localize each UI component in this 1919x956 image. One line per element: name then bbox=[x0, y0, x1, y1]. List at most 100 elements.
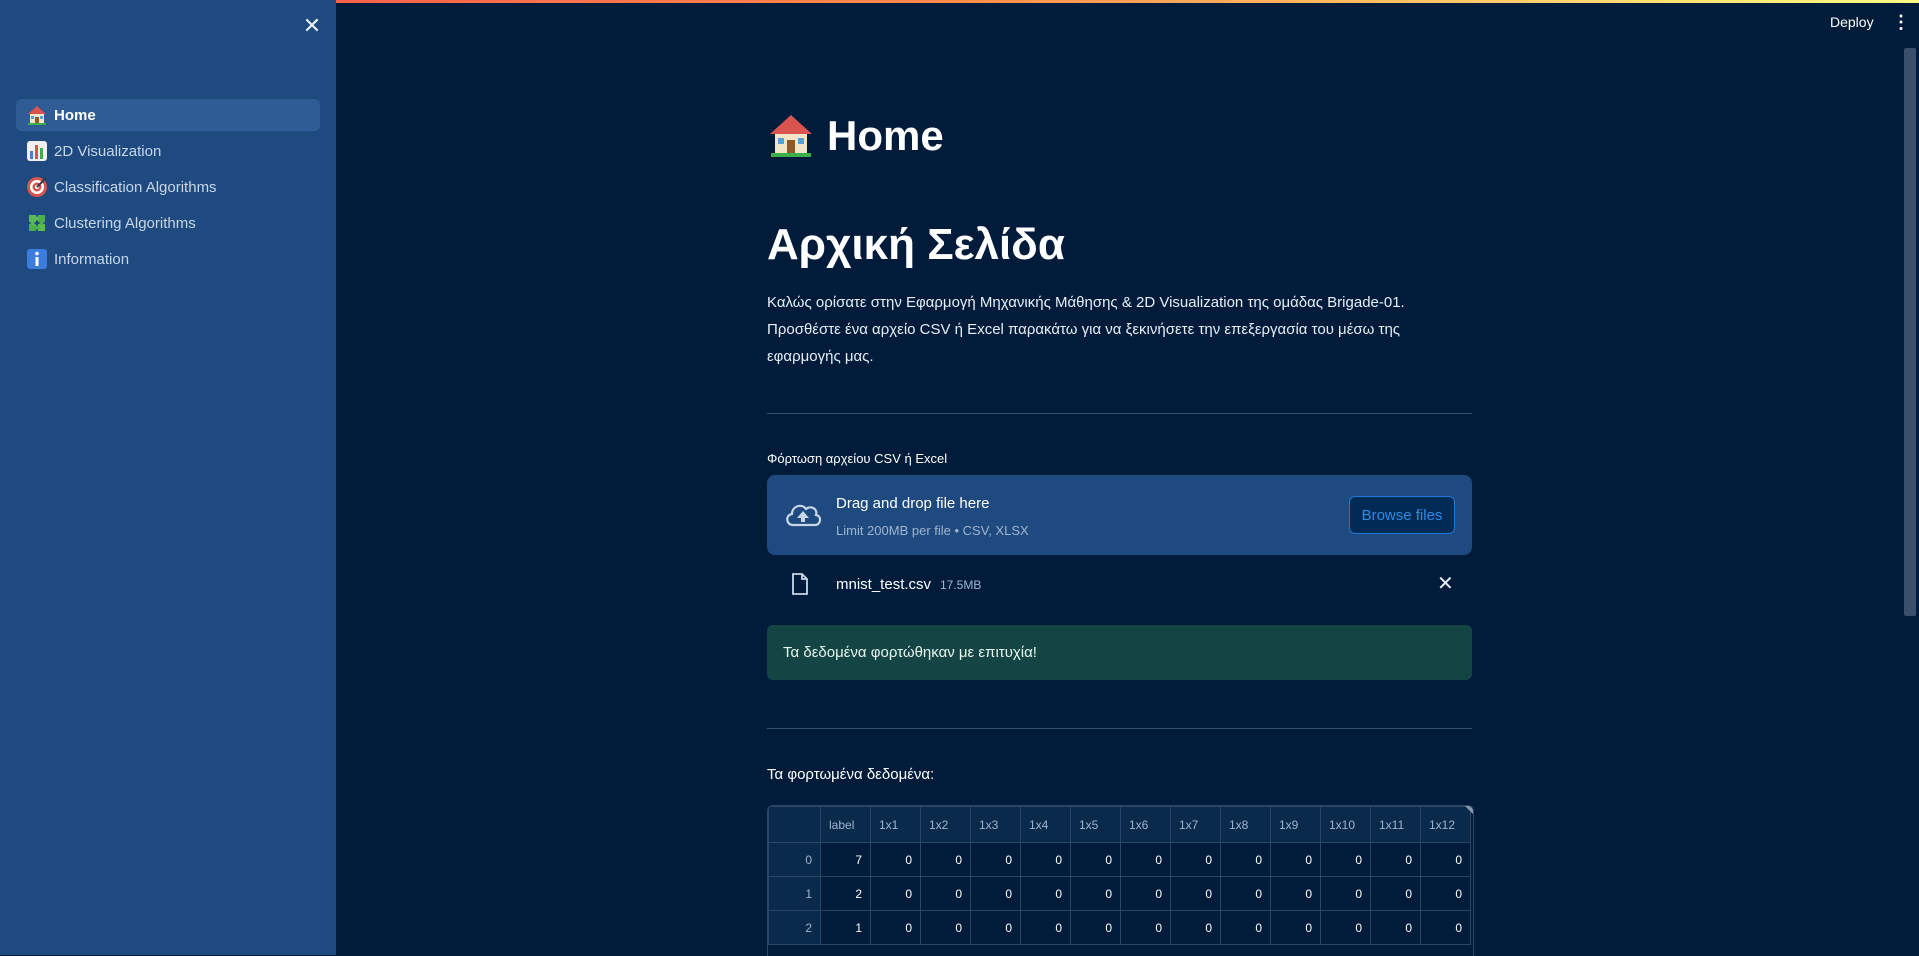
table-cell[interactable]: 0 bbox=[1170, 842, 1221, 877]
bar-chart-icon bbox=[26, 140, 48, 162]
table-header-cell[interactable] bbox=[768, 806, 821, 843]
table-index-cell: 0 bbox=[768, 842, 821, 877]
table-cell[interactable]: 0 bbox=[870, 876, 921, 911]
sidebar-item-home[interactable]: Home bbox=[16, 99, 320, 131]
table-cell[interactable]: 2 bbox=[820, 876, 871, 911]
table-cell[interactable]: 0 bbox=[1320, 842, 1371, 877]
table-header-cell[interactable]: 1x11 bbox=[1370, 806, 1421, 843]
divider bbox=[767, 728, 1472, 729]
table-cell[interactable]: 0 bbox=[1370, 876, 1421, 911]
table-cell[interactable]: 0 bbox=[1270, 910, 1321, 945]
table-cell[interactable]: 0 bbox=[920, 876, 971, 911]
table-cell[interactable]: 0 bbox=[870, 910, 921, 945]
sidebar-item-label: Classification Algorithms bbox=[54, 178, 217, 196]
table-header-cell[interactable]: 1x1 bbox=[870, 806, 921, 843]
table-header-cell[interactable]: 1x10 bbox=[1320, 806, 1371, 843]
table-row: 0 7 0 0 0 0 0 0 0 0 0 0 0 0 bbox=[768, 842, 1471, 877]
table-cell[interactable]: 0 bbox=[970, 876, 1021, 911]
divider bbox=[767, 413, 1472, 414]
table-cell[interactable]: 0 bbox=[1220, 842, 1271, 877]
cloud-upload-icon bbox=[783, 499, 823, 531]
scrollbar[interactable] bbox=[1904, 48, 1916, 616]
table-cell[interactable]: 0 bbox=[1070, 910, 1121, 945]
table-cell[interactable]: 7 bbox=[820, 842, 871, 877]
table-cell[interactable]: 0 bbox=[1320, 876, 1371, 911]
main-heading: Αρχική Σελίδα bbox=[767, 220, 1065, 269]
deploy-button[interactable]: Deploy bbox=[1830, 14, 1874, 30]
file-name: mnist_test.csv bbox=[836, 576, 932, 593]
table-cell[interactable]: 0 bbox=[1170, 876, 1221, 911]
house-icon bbox=[767, 112, 815, 160]
page-title-text: Home bbox=[827, 112, 944, 159]
info-icon bbox=[26, 248, 48, 270]
table-header-cell[interactable]: 1x7 bbox=[1170, 806, 1221, 843]
table-cell[interactable]: 0 bbox=[1120, 876, 1171, 911]
sidebar-item-clustering-algorithms[interactable]: Clustering Algorithms bbox=[16, 207, 320, 239]
sidebar-item-2d-visualization[interactable]: 2D Visualization bbox=[16, 135, 320, 167]
table-cell[interactable]: 0 bbox=[1070, 876, 1121, 911]
table-cell[interactable]: 0 bbox=[920, 842, 971, 877]
uploaded-file-row: mnist_test.csv 17.5MB ✕ bbox=[767, 567, 1472, 603]
table-cell[interactable]: 0 bbox=[1320, 910, 1371, 945]
sidebar-item-classification-algorithms[interactable]: Classification Algorithms bbox=[16, 171, 320, 203]
table-cell[interactable]: 0 bbox=[1420, 876, 1471, 911]
file-icon bbox=[791, 573, 809, 595]
table-row: 2 1 0 0 0 0 0 0 0 0 0 0 0 0 bbox=[768, 910, 1471, 945]
table-cell[interactable]: 0 bbox=[1370, 842, 1421, 877]
intro-text: Καλώς ορίσατε στην Εφαρμογή Μηχανικής Μά… bbox=[767, 294, 1405, 365]
table-resize-handle[interactable] bbox=[1465, 806, 1473, 814]
sidebar-close-icon[interactable]: ✕ bbox=[298, 12, 326, 40]
table-header-cell[interactable]: 1x5 bbox=[1070, 806, 1121, 843]
table-cell[interactable]: 0 bbox=[1420, 910, 1471, 945]
table-header-cell[interactable]: 1x8 bbox=[1220, 806, 1271, 843]
sidebar-item-label: Home bbox=[54, 106, 96, 124]
table-cell[interactable]: 0 bbox=[1020, 876, 1071, 911]
table-cell[interactable]: 0 bbox=[1220, 876, 1271, 911]
table-cell[interactable]: 0 bbox=[970, 842, 1021, 877]
sidebar-item-label: Information bbox=[54, 250, 130, 268]
data-label: Τα φορτωμένα δεδομένα: bbox=[767, 766, 935, 783]
dropzone-limit-text: Limit 200MB per file • CSV, XLSX bbox=[836, 523, 1029, 538]
table-cell[interactable]: 0 bbox=[970, 910, 1021, 945]
table-cell[interactable]: 0 bbox=[1020, 910, 1071, 945]
table-header-cell[interactable]: 1x9 bbox=[1270, 806, 1321, 843]
table-index-cell: 2 bbox=[768, 910, 821, 945]
table-cell[interactable]: 0 bbox=[1170, 910, 1221, 945]
table-cell[interactable]: 0 bbox=[1070, 842, 1121, 877]
table-cell[interactable]: 0 bbox=[1420, 842, 1471, 877]
sidebar: ✕ Home 2D Visualization Classification A… bbox=[0, 0, 336, 955]
table-header-cell[interactable]: 1x4 bbox=[1020, 806, 1071, 843]
remove-file-icon[interactable]: ✕ bbox=[1437, 571, 1454, 596]
file-size: 17.5MB bbox=[940, 578, 982, 592]
data-table[interactable]: label 1x1 1x2 1x3 1x4 1x5 1x6 1x7 1x8 1x… bbox=[767, 805, 1474, 956]
upload-label: Φόρτωση αρχείου CSV ή Excel bbox=[767, 451, 948, 466]
puzzle-icon bbox=[26, 212, 48, 234]
table-row: 1 2 0 0 0 0 0 0 0 0 0 0 0 0 bbox=[768, 876, 1471, 911]
table-header-cell[interactable]: 1x3 bbox=[970, 806, 1021, 843]
table-header-cell[interactable]: 1x6 bbox=[1120, 806, 1171, 843]
table-cell[interactable]: 0 bbox=[1120, 910, 1171, 945]
main-menu-icon[interactable]: ⋮ bbox=[1892, 12, 1910, 33]
browse-files-button[interactable]: Browse files bbox=[1349, 496, 1455, 534]
table-cell[interactable]: 0 bbox=[1220, 910, 1271, 945]
table-cell[interactable]: 0 bbox=[1270, 876, 1321, 911]
sidebar-item-label: Clustering Algorithms bbox=[54, 214, 196, 232]
sidebar-nav: Home 2D Visualization Classification Alg… bbox=[16, 99, 320, 279]
dropzone-title: Drag and drop file here bbox=[836, 495, 990, 512]
page-title: Home bbox=[767, 112, 944, 160]
table-cell[interactable]: 0 bbox=[1370, 910, 1421, 945]
table-cell[interactable]: 1 bbox=[820, 910, 871, 945]
table-header-cell[interactable]: 1x2 bbox=[920, 806, 971, 843]
file-dropzone[interactable]: Drag and drop file here Limit 200MB per … bbox=[767, 475, 1472, 555]
table-cell[interactable]: 0 bbox=[1270, 842, 1321, 877]
sidebar-item-information[interactable]: Information bbox=[16, 243, 320, 275]
table-header-row: label 1x1 1x2 1x3 1x4 1x5 1x6 1x7 1x8 1x… bbox=[768, 806, 1471, 843]
table-cell[interactable]: 0 bbox=[870, 842, 921, 877]
table-cell[interactable]: 0 bbox=[920, 910, 971, 945]
target-icon bbox=[26, 176, 48, 198]
table-header-cell[interactable]: label bbox=[820, 806, 871, 843]
table-index-cell: 1 bbox=[768, 876, 821, 911]
table-cell[interactable]: 0 bbox=[1020, 842, 1071, 877]
table-cell[interactable]: 0 bbox=[1120, 842, 1171, 877]
table-header-cell[interactable]: 1x12 bbox=[1420, 806, 1471, 843]
